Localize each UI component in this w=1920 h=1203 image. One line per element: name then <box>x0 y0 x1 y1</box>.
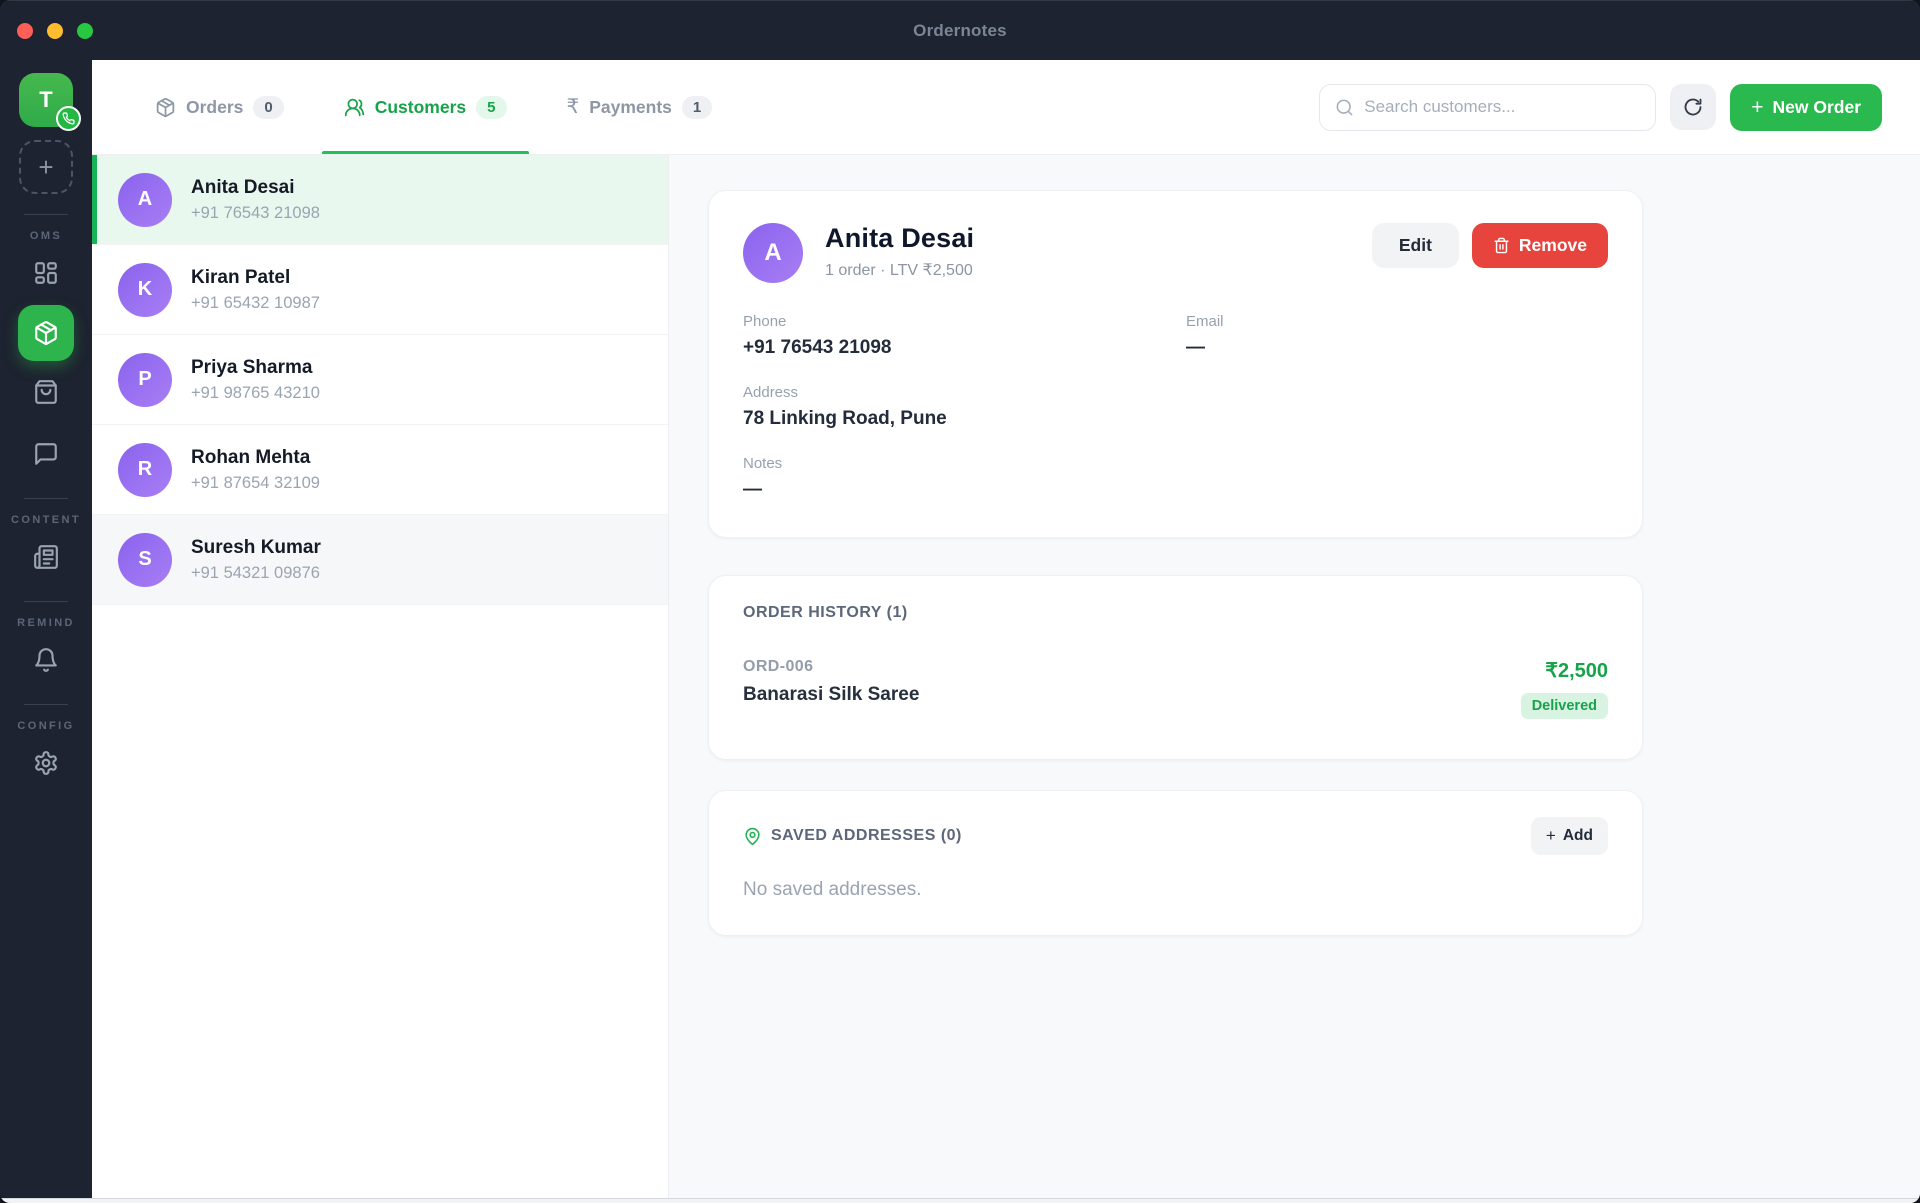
rail-section-oms: OMS <box>30 230 62 242</box>
tab-count-badge: 5 <box>476 96 506 119</box>
customer-phone: +91 87654 32109 <box>191 474 320 493</box>
rail-divider <box>24 704 68 705</box>
settings-gear-icon[interactable] <box>22 739 70 787</box>
workspace-initial: T <box>39 87 52 113</box>
search-box[interactable] <box>1319 84 1656 131</box>
customer-list-item[interactable]: K Kiran Patel +91 65432 10987 <box>92 245 668 335</box>
tab-label: Payments <box>589 97 672 118</box>
trash-icon <box>1493 237 1510 254</box>
status-badge: Delivered <box>1521 693 1608 719</box>
customer-profile-card: A Anita Desai 1 order · LTV ₹2,500 Edit … <box>708 190 1643 538</box>
search-icon <box>1335 98 1354 117</box>
rail-divider <box>24 498 68 499</box>
order-id: ORD-006 <box>743 658 919 676</box>
empty-addresses-text: No saved addresses. <box>743 879 1608 901</box>
saved-addresses-card: SAVED ADDRESSES (0) + Add No saved addre… <box>708 790 1643 936</box>
tab-label: Customers <box>375 97 466 118</box>
add-workspace-button[interactable]: + <box>19 140 73 194</box>
top-bar: Orders 0 Customers 5 ₹ Payments 1 <box>92 60 1920 155</box>
map-pin-icon <box>743 827 762 846</box>
field-address: Address 78 Linking Road, Pune <box>743 384 1608 430</box>
remove-label: Remove <box>1519 235 1587 256</box>
add-label: Add <box>1563 827 1593 845</box>
customer-list: A Anita Desai +91 76543 21098 K Kiran Pa… <box>92 155 669 1203</box>
customer-list-item[interactable]: S Suresh Kumar +91 54321 09876 <box>92 515 668 605</box>
customer-list-item[interactable]: R Rohan Mehta +91 87654 32109 <box>92 425 668 515</box>
app-window: Ordernotes T + OMS <box>0 0 1920 1203</box>
order-history-title: ORDER HISTORY (1) <box>743 604 1608 622</box>
rail-section-remind: REMIND <box>17 617 75 629</box>
customer-list-item[interactable]: P Priya Sharma +91 98765 43210 <box>92 335 668 425</box>
products-bag-icon[interactable] <box>22 368 70 416</box>
tab-bar: Orders 0 Customers 5 ₹ Payments 1 <box>133 60 734 154</box>
tab-orders[interactable]: Orders 0 <box>133 60 306 154</box>
order-item: Banarasi Silk Saree <box>743 684 919 706</box>
workspace-avatar[interactable]: T <box>19 73 73 127</box>
customer-phone: +91 65432 10987 <box>191 294 320 313</box>
new-order-button[interactable]: + New Order <box>1730 84 1882 131</box>
users-icon <box>344 97 365 118</box>
package-icon <box>155 97 176 118</box>
order-amount: ₹2,500 <box>1521 658 1608 683</box>
avatar: S <box>118 533 172 587</box>
customer-detail-panel: A Anita Desai 1 order · LTV ₹2,500 Edit … <box>669 155 1920 1203</box>
tab-payments[interactable]: ₹ Payments 1 <box>545 60 735 154</box>
rail-section-config: CONFIG <box>17 720 74 732</box>
new-order-label: New Order <box>1773 97 1862 118</box>
rail-section-content: CONTENT <box>11 514 81 526</box>
plus-icon: + <box>1751 97 1763 118</box>
tab-label: Orders <box>186 97 243 118</box>
customer-list-item[interactable]: A Anita Desai +91 76543 21098 <box>92 155 668 245</box>
customer-name: Anita Desai <box>191 177 320 199</box>
left-rail: T + OMS CONTENT <box>0 60 92 1203</box>
search-input[interactable] <box>1364 97 1640 117</box>
whatsapp-badge-icon <box>56 106 81 131</box>
rail-divider <box>24 214 68 215</box>
customer-name: Anita Desai <box>825 223 974 254</box>
add-address-button[interactable]: + Add <box>1531 817 1608 855</box>
customer-phone: +91 98765 43210 <box>191 384 320 403</box>
field-email: Email — <box>1186 313 1608 359</box>
customer-summary: 1 order · LTV ₹2,500 <box>825 260 974 280</box>
news-icon[interactable] <box>22 533 70 581</box>
customer-name: Rohan Mehta <box>191 447 320 469</box>
minimize-button[interactable] <box>47 23 63 39</box>
titlebar: Ordernotes <box>0 0 1920 60</box>
close-button[interactable] <box>17 23 33 39</box>
field-phone: Phone +91 76543 21098 <box>743 313 1186 359</box>
order-history-card: ORDER HISTORY (1) ORD-006 Banarasi Silk … <box>708 575 1643 760</box>
zoom-button[interactable] <box>77 23 93 39</box>
tab-count-badge: 1 <box>682 96 712 119</box>
remove-button[interactable]: Remove <box>1472 223 1608 268</box>
avatar: A <box>118 173 172 227</box>
plus-icon: + <box>1546 826 1556 846</box>
bell-icon[interactable] <box>22 636 70 684</box>
chat-icon[interactable] <box>22 430 70 478</box>
saved-addresses-title: SAVED ADDRESSES (0) <box>771 827 962 845</box>
customer-phone: +91 76543 21098 <box>191 204 320 223</box>
order-row[interactable]: ORD-006 Banarasi Silk Saree ₹2,500 Deliv… <box>743 658 1608 719</box>
avatar: A <box>743 223 803 283</box>
traffic-lights <box>17 23 93 39</box>
customer-name: Kiran Patel <box>191 267 320 289</box>
field-notes: Notes — <box>743 455 1608 501</box>
avatar: K <box>118 263 172 317</box>
tab-count-badge: 0 <box>253 96 283 119</box>
window-bottom-edge <box>0 1198 1920 1203</box>
customer-phone: +91 54321 09876 <box>191 564 321 583</box>
dashboard-icon[interactable] <box>22 249 70 297</box>
avatar: P <box>118 353 172 407</box>
rupee-icon: ₹ <box>567 97 580 117</box>
avatar: R <box>118 443 172 497</box>
window-title: Ordernotes <box>0 21 1920 41</box>
refresh-icon <box>1683 97 1703 117</box>
edit-button[interactable]: Edit <box>1372 223 1459 268</box>
customer-name: Priya Sharma <box>191 357 320 379</box>
refresh-button[interactable] <box>1670 84 1716 130</box>
customer-name: Suresh Kumar <box>191 537 321 559</box>
rail-divider <box>24 601 68 602</box>
tab-customers[interactable]: Customers 5 <box>322 60 529 154</box>
orders-nav-package-icon[interactable] <box>18 305 74 361</box>
